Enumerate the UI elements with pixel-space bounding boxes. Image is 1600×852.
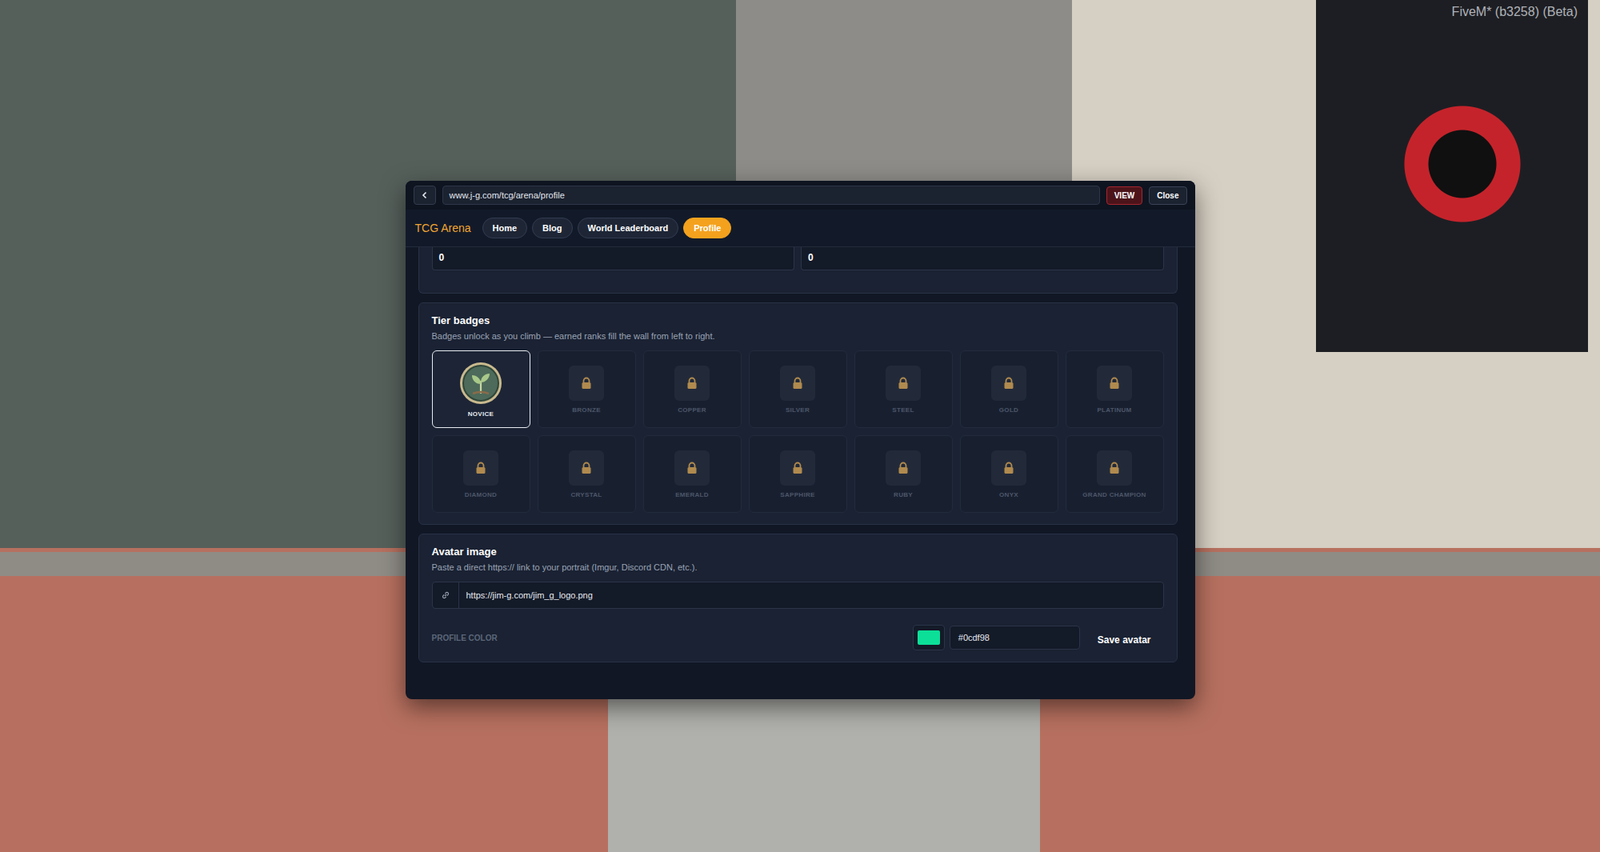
browser-window: www.j-g.com/tcg/arena/profile VIEWClose TC… bbox=[405, 180, 1196, 700]
lock-icon bbox=[686, 461, 698, 475]
badge-label: GOLD bbox=[999, 406, 1019, 414]
nav-tab[interactable]: Profile bbox=[683, 217, 732, 239]
link-icon bbox=[440, 590, 451, 600]
badge-tile[interactable]: EMERALD bbox=[643, 435, 742, 513]
sprout-emblem-icon bbox=[459, 361, 503, 405]
locked-slot bbox=[463, 450, 499, 486]
locked-slot bbox=[780, 365, 816, 401]
badge-tile[interactable]: ONYX bbox=[960, 435, 1059, 513]
badge-label: DIAMOND bbox=[464, 491, 497, 499]
section-title: Avatar image bbox=[432, 545, 1164, 558]
color-picker[interactable] bbox=[912, 624, 945, 651]
badge-label: RUBY bbox=[893, 491, 913, 499]
color-hex-field[interactable]: #0cdf98 bbox=[949, 625, 1080, 650]
stats-card: 00 bbox=[418, 247, 1178, 294]
client-version-label: FiveM* (b3258) (Beta) bbox=[1452, 4, 1578, 20]
badge-label: SILVER bbox=[785, 406, 810, 414]
badge-label: BRONZE bbox=[572, 406, 601, 414]
badge-tile[interactable]: COPPER bbox=[643, 350, 742, 428]
badge-tile[interactable]: DIAMOND bbox=[432, 435, 531, 513]
section-subtitle: Badges unlock as you climb — earned rank… bbox=[432, 331, 1164, 341]
badge-grid: NOVICE BRONZE COPPER SILVER STEEL GOLD PLATINU… bbox=[432, 350, 1164, 513]
link-icon-box bbox=[432, 582, 460, 608]
color-swatch bbox=[917, 630, 940, 645]
badge-tile[interactable]: SAPPHIRE bbox=[748, 435, 848, 513]
lock-icon bbox=[686, 376, 698, 390]
lock-icon bbox=[897, 461, 909, 475]
profile-color-label: PROFILE COLOR bbox=[432, 633, 908, 643]
badge-tile[interactable]: GRAND CHAMPION bbox=[1065, 435, 1164, 513]
lock-icon bbox=[792, 376, 804, 390]
lock-icon bbox=[475, 461, 487, 475]
url-field[interactable]: www.j-g.com/tcg/arena/profile bbox=[442, 185, 1100, 205]
badge-label: NOVICE bbox=[468, 410, 494, 418]
lock-icon bbox=[1108, 376, 1120, 390]
avatar-url-field[interactable]: https://jim-g.com/jim_g_logo.png bbox=[432, 581, 1164, 609]
section-subtitle: Paste a direct https:// link to your por… bbox=[432, 562, 1164, 572]
badge-tile[interactable]: BRONZE bbox=[537, 350, 636, 428]
save-avatar-button[interactable]: Save avatar bbox=[1084, 629, 1164, 646]
locked-slot bbox=[674, 365, 710, 401]
badge-label: EMERALD bbox=[675, 491, 709, 499]
lock-icon bbox=[1003, 461, 1015, 475]
locked-slot bbox=[885, 365, 921, 401]
badge-label: PLATINUM bbox=[1096, 406, 1132, 414]
badge-tile[interactable]: GOLD bbox=[960, 350, 1059, 428]
nav-tab[interactable]: Home bbox=[482, 217, 528, 239]
brand-logo[interactable]: TCG Arena bbox=[415, 221, 472, 235]
section-title: Tier badges bbox=[432, 314, 1164, 327]
locked-slot bbox=[568, 450, 604, 486]
profile-color-row: PROFILE COLOR #0cdf98Save avatar bbox=[432, 624, 1164, 651]
nav-tab[interactable]: World Leaderboard bbox=[577, 217, 680, 239]
game-scene: FiveM* (b3258) (Beta) www.j-g.com/tcg/are… bbox=[0, 0, 1600, 852]
lock-icon bbox=[897, 376, 909, 390]
lock-icon bbox=[1003, 376, 1015, 390]
badge-label: CRYSTAL bbox=[571, 491, 603, 499]
badge-tile[interactable]: CRYSTAL bbox=[537, 435, 636, 513]
badge-label: GRAND CHAMPION bbox=[1082, 491, 1146, 499]
badge-tile[interactable]: PLATINUM bbox=[1065, 350, 1164, 428]
badge-label: COPPER bbox=[677, 406, 707, 414]
badge-tile[interactable]: STEEL bbox=[854, 350, 953, 428]
badge-label: SAPPHIRE bbox=[780, 491, 815, 499]
back-button[interactable] bbox=[413, 185, 436, 205]
locked-slot bbox=[1096, 450, 1132, 486]
stat-field: 0 bbox=[800, 247, 1164, 271]
badge-tile[interactable]: NOVICE bbox=[432, 350, 531, 428]
stat-field: 0 bbox=[432, 247, 796, 271]
close-button[interactable]: Close bbox=[1148, 186, 1187, 205]
avatar-card: Avatar image Paste a direct https:// link… bbox=[418, 533, 1178, 663]
lock-icon bbox=[792, 461, 804, 475]
locked-slot bbox=[674, 450, 710, 486]
locked-slot bbox=[1096, 365, 1132, 401]
browser-toolbar: www.j-g.com/tcg/arena/profile VIEWClose bbox=[405, 180, 1196, 210]
profile-content: 00 Tier badges Badges unlock as you climb … bbox=[405, 247, 1196, 700]
locked-slot bbox=[991, 365, 1027, 401]
badge-label: ONYX bbox=[999, 491, 1019, 499]
chevron-left-icon bbox=[420, 191, 429, 200]
site-nav: TCG Arena HomeBlogWorld LeaderboardProfil… bbox=[405, 209, 1196, 248]
badge-label: STEEL bbox=[892, 406, 914, 414]
locked-slot bbox=[885, 450, 921, 486]
lock-icon bbox=[580, 461, 592, 475]
locked-slot bbox=[780, 450, 816, 486]
nav-tab[interactable]: Blog bbox=[532, 217, 572, 239]
lock-icon bbox=[580, 376, 592, 390]
locked-slot bbox=[991, 450, 1027, 486]
tier-badges-card: Tier badges Badges unlock as you climb — … bbox=[418, 302, 1178, 525]
view-button[interactable]: VIEW bbox=[1106, 186, 1144, 205]
locked-slot bbox=[568, 365, 604, 401]
lock-icon bbox=[1108, 461, 1120, 475]
badge-tile[interactable]: SILVER bbox=[748, 350, 848, 428]
badge-tile[interactable]: RUBY bbox=[854, 435, 953, 513]
